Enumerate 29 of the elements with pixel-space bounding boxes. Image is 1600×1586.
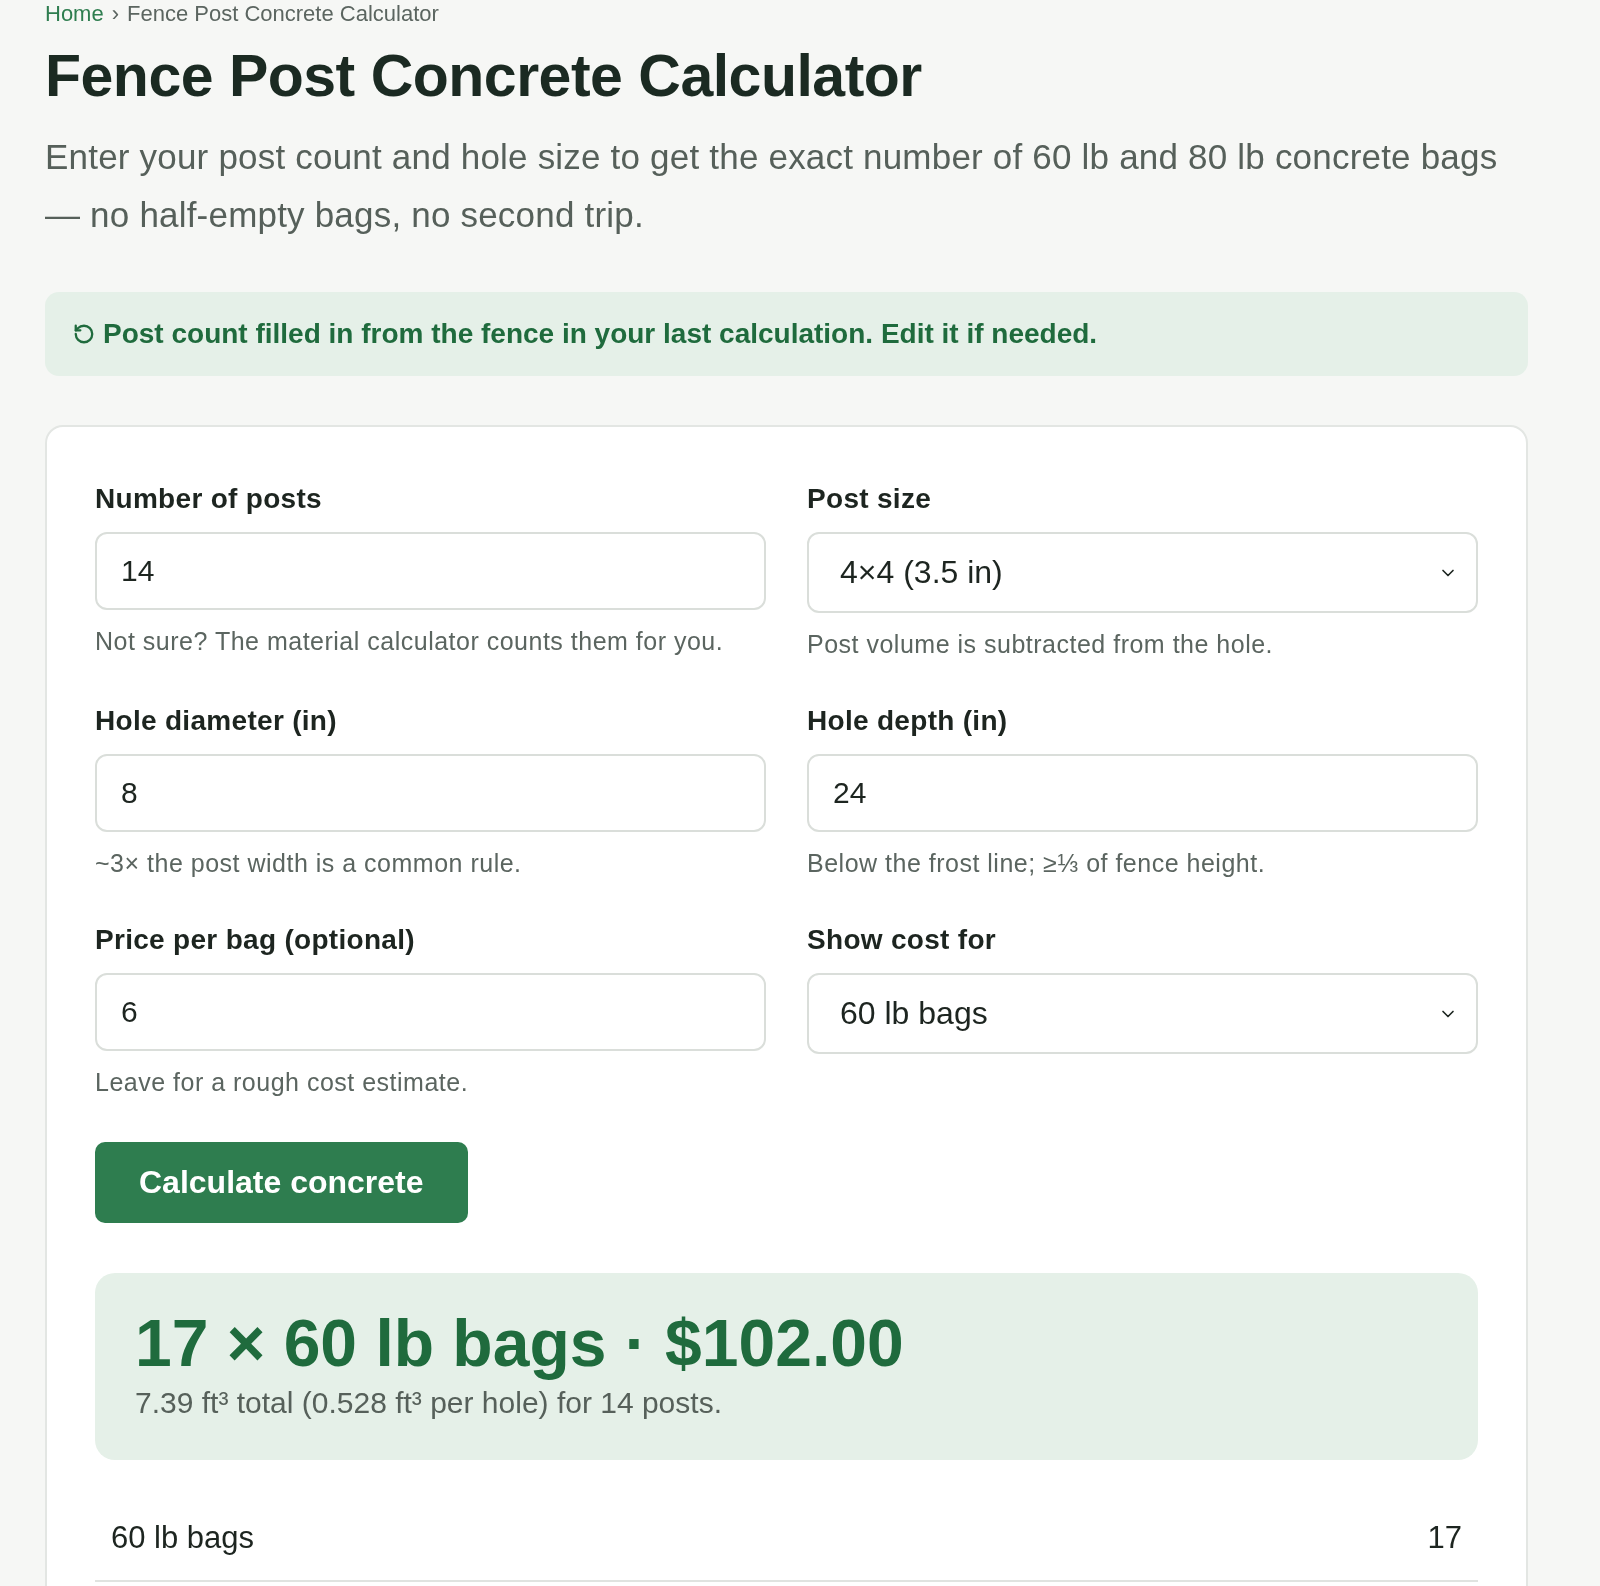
result-detail: 7.39 ft³ total (0.528 ft³ per hole) for 14 posts. — [135, 1386, 723, 1420]
field-label: Show cost for — [807, 923, 998, 957]
input-field[interactable]: 14 — [95, 532, 766, 610]
help-text: Leave for a rough cost estimate. — [95, 1067, 470, 1097]
input-field[interactable]: 24 — [807, 754, 1478, 832]
result-headline: 17 × 60 lb bags · $102.00 — [135, 1307, 905, 1380]
calculate-button[interactable]: Calculate concrete — [95, 1142, 468, 1223]
breadcrumb-link[interactable]: Home — [45, 0, 104, 28]
breakdown-label: 60 lb bags — [111, 1522, 255, 1554]
field-label: Hole depth (in) — [807, 704, 1009, 738]
input-field[interactable]: 6 — [95, 973, 766, 1051]
field-label: Price per bag (optional) — [95, 923, 416, 957]
help-text: Not sure? The material calculator counts them for you. — [95, 626, 725, 656]
page-title: Fence Post Concrete Calculator — [45, 42, 923, 110]
notice-text: Post count filled in from the fence in your last calculation. Edit it if needed. — [103, 318, 1098, 350]
help-text: Post volume is subtracted from the hole. — [807, 629, 1275, 659]
help-text: ~3× the post width is a common rule. — [95, 848, 523, 878]
input-field[interactable]: 8 — [95, 754, 766, 832]
page-subtitle: Enter your post count and hole size to get the exact number of 60 lb and 80 lb concrete bags — no half-empty bags, no second trip. — [45, 136, 1499, 236]
breadcrumb-separator: › — [111, 0, 119, 28]
dropdown-select[interactable]: 4×4 (3.5 in) — [807, 532, 1478, 613]
dropdown-select[interactable]: 60 lb bags — [807, 973, 1478, 1054]
field-label: Hole diameter (in) — [95, 704, 338, 738]
field-label: Post size — [807, 482, 933, 516]
field-label: Number of posts — [95, 482, 323, 516]
breakdown-value: 17 — [1427, 1522, 1462, 1554]
breadcrumb-current: Fence Post Concrete Calculator — [127, 0, 439, 28]
help-text: Below the frost line; ≥⅓ of fence height. — [807, 848, 1267, 878]
counterclockwise-arrow-icon — [73, 323, 95, 345]
